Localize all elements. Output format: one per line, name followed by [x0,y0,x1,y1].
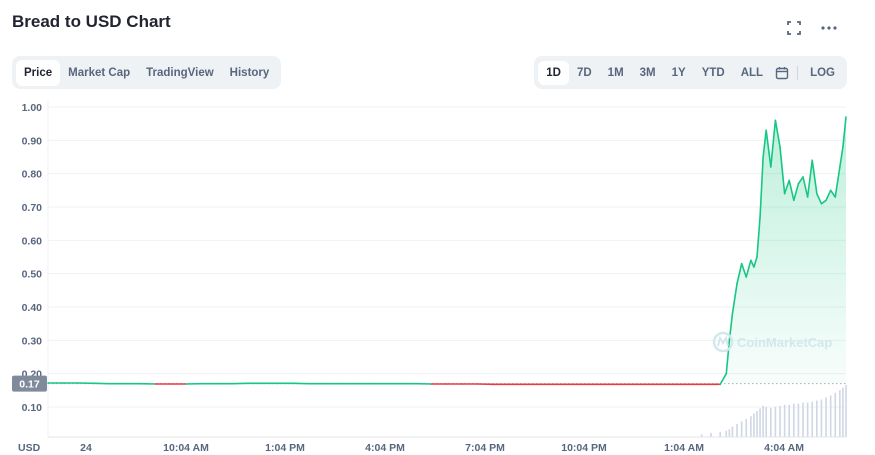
y-tick-label: 0.40 [22,302,43,314]
price-line [47,116,847,386]
price-chart[interactable]: 0.100.200.300.400.500.600.700.800.901.00… [0,0,875,455]
volume-bar [802,402,804,437]
volume-bar [753,413,755,437]
x-tick-label: 10:04 AM [163,442,209,454]
volume-bar [820,399,823,437]
x-axis: 24 10:04 AM 1:04 PM 4:04 PM 7:04 PM 10:04 PM 1… [80,442,804,454]
y-tick-label: 0.10 [22,402,43,414]
volume-bar [736,424,738,437]
volume-bar [765,406,767,437]
x-tick-label: 4:04 PM [365,442,405,454]
price-area-fill [48,117,846,384]
currency-label: USD [18,442,41,454]
volume-bar [816,400,818,437]
volume-bar [719,431,721,437]
volume-bar [845,385,847,437]
volume-bar [783,404,786,437]
volume-bar [740,421,743,437]
volume-bar [745,418,748,437]
volume-bar [834,392,837,437]
grid-lines [47,100,846,438]
y-tick-label: 1.00 [22,102,43,114]
volume-bar [839,390,841,437]
volume-bar [756,411,758,437]
volume-bar [759,408,761,437]
volume-bar [731,426,734,437]
y-tick-label: 0.60 [22,235,43,247]
volume-bar [725,430,728,437]
volume-bar [825,397,827,437]
volume-bar [728,429,731,437]
x-tick-label: 7:04 PM [465,442,505,454]
volume-bar [793,403,795,437]
x-tick-label: 4:04 AM [764,442,804,454]
x-tick-label: 24 [80,442,92,454]
price-tag-label: 0.17 [19,379,40,391]
volume-bar [762,405,764,437]
volume-bar [811,401,814,437]
y-tick-label: 0.80 [22,169,43,181]
volume-bar [806,402,809,437]
y-tick-label: 0.90 [22,135,43,147]
y-axis: 0.100.200.300.400.500.600.700.800.901.00 [22,102,43,414]
current-price-tag: 0.17 [12,375,47,392]
price-area [48,117,846,384]
volume-bar [750,416,752,437]
volume-bar [710,432,712,437]
y-tick-label: 0.50 [22,269,43,281]
volume-bar [788,404,791,437]
watermark-text: CoinMarketCap [737,335,832,350]
x-tick-label: 1:04 PM [265,442,305,454]
x-tick-label: 10:04 PM [561,442,607,454]
volume-bar [842,387,844,437]
y-tick-label: 0.30 [22,335,43,347]
volume-bar [774,406,777,437]
volume-bar [779,405,781,437]
x-tick-label: 1:04 AM [664,442,704,454]
y-tick-label: 0.70 [22,202,43,214]
volume-bar [770,407,772,437]
volume-bar [829,395,832,437]
volume-bar [797,403,800,437]
volume-bars [48,385,847,438]
